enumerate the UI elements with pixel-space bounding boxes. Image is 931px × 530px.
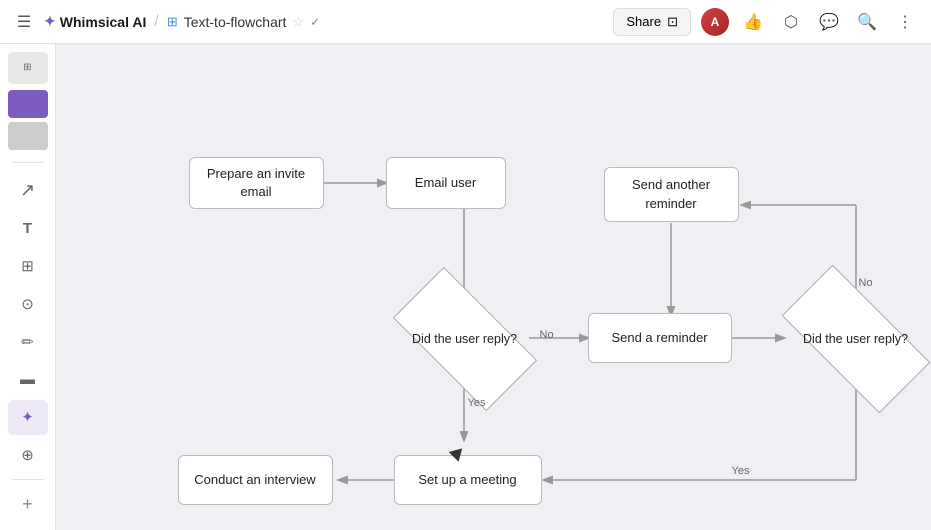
flowchart-arrows — [94, 95, 894, 495]
search-button[interactable]: 🔍 — [853, 8, 881, 36]
node-send-another-label: Send anotherreminder — [632, 176, 710, 212]
brand-icon: ✦ — [44, 13, 56, 30]
node-send-reminder-label: Send a reminder — [611, 329, 707, 347]
brand: ✦ Whimsical AI — [44, 13, 146, 30]
sidebar-item-more[interactable]: ⊕ — [8, 437, 48, 473]
node-interview[interactable]: Conduct an interview — [178, 455, 333, 505]
present-button[interactable]: ⬡ — [777, 8, 805, 36]
brand-name: Whimsical AI — [60, 14, 147, 30]
diamond-reply2[interactable]: Did the user reply? — [787, 303, 925, 375]
node-email[interactable]: Email user — [386, 157, 506, 209]
thumbs-up-button[interactable]: 👍 — [739, 8, 767, 36]
node-setup[interactable]: Set up a meeting — [394, 455, 542, 505]
avatar-img: A — [701, 8, 729, 36]
node-prepare-label: Prepare an inviteemail — [207, 165, 305, 201]
diamond-reply1[interactable]: Did the user reply? — [399, 303, 531, 375]
header: ☰ ✦ Whimsical AI / ⊞ Text-to-flowchart ☆… — [0, 0, 931, 44]
sidebar-divider-2 — [12, 479, 44, 480]
label-yes2: Yes — [732, 465, 750, 477]
star-icon[interactable]: ☆ — [292, 14, 304, 30]
sidebar-add-button[interactable]: + — [8, 486, 48, 522]
sidebar-thumbnail-1[interactable]: ⊞ — [8, 52, 48, 84]
sidebar-item-navigate[interactable]: ↗ — [8, 173, 48, 209]
label-no2: No — [859, 277, 873, 289]
node-email-label: Email user — [415, 174, 476, 192]
sidebar-item-grid[interactable]: ⊞ — [8, 248, 48, 284]
verified-icon: ✓ — [310, 15, 320, 29]
node-prepare[interactable]: Prepare an inviteemail — [189, 157, 324, 209]
canvas[interactable]: Prepare an inviteemail Email user Send a… — [56, 44, 931, 530]
header-left: ☰ ✦ Whimsical AI / ⊞ Text-to-flowchart ☆… — [12, 10, 605, 34]
sidebar-item-draw[interactable]: ✏ — [8, 324, 48, 360]
sidebar-item-ai[interactable]: ✦ — [8, 400, 48, 436]
sidebar: ⊞ ↗ T ⊞ ⊙ ✏ ▬ ✦ ⊕ + — [0, 44, 56, 530]
sidebar-divider-1 — [12, 162, 44, 163]
sidebar-item-text[interactable]: T — [8, 210, 48, 246]
node-interview-label: Conduct an interview — [194, 471, 315, 489]
header-right: Share ⊡ A 👍 ⬡ 💬 🔍 ⋮ — [613, 8, 919, 36]
diamond-reply2-label: Did the user reply? — [799, 327, 912, 351]
share-icon: ⊡ — [667, 14, 678, 30]
sidebar-item-shape[interactable]: ▬ — [8, 362, 48, 398]
node-send-another[interactable]: Send anotherreminder — [604, 167, 739, 222]
avatar[interactable]: A — [701, 8, 729, 36]
sidebar-thumbnail-2[interactable] — [8, 90, 48, 118]
label-yes1: Yes — [468, 397, 486, 409]
share-button[interactable]: Share ⊡ — [613, 8, 691, 36]
sidebar-thumbnail-3[interactable] — [8, 122, 48, 150]
main-area: ⊞ ↗ T ⊞ ⊙ ✏ ▬ ✦ ⊕ + — [0, 44, 931, 530]
nav-menu-icon[interactable]: ☰ — [12, 10, 36, 34]
breadcrumb-separator: / — [154, 13, 158, 31]
node-send-reminder[interactable]: Send a reminder — [588, 313, 732, 363]
label-no1: No — [540, 329, 554, 341]
more-button[interactable]: ⋮ — [891, 8, 919, 36]
diamond-reply1-label: Did the user reply? — [408, 327, 521, 351]
chat-button[interactable]: 💬 — [815, 8, 843, 36]
share-label: Share — [626, 14, 661, 29]
sidebar-item-link[interactable]: ⊙ — [8, 286, 48, 322]
doc-title-area: ⊞ Text-to-flowchart ☆ ✓ — [167, 14, 320, 30]
node-setup-label: Set up a meeting — [418, 471, 516, 489]
doc-icon: ⊞ — [167, 14, 178, 30]
doc-title: Text-to-flowchart — [184, 14, 287, 30]
flowchart: Prepare an inviteemail Email user Send a… — [94, 95, 894, 495]
